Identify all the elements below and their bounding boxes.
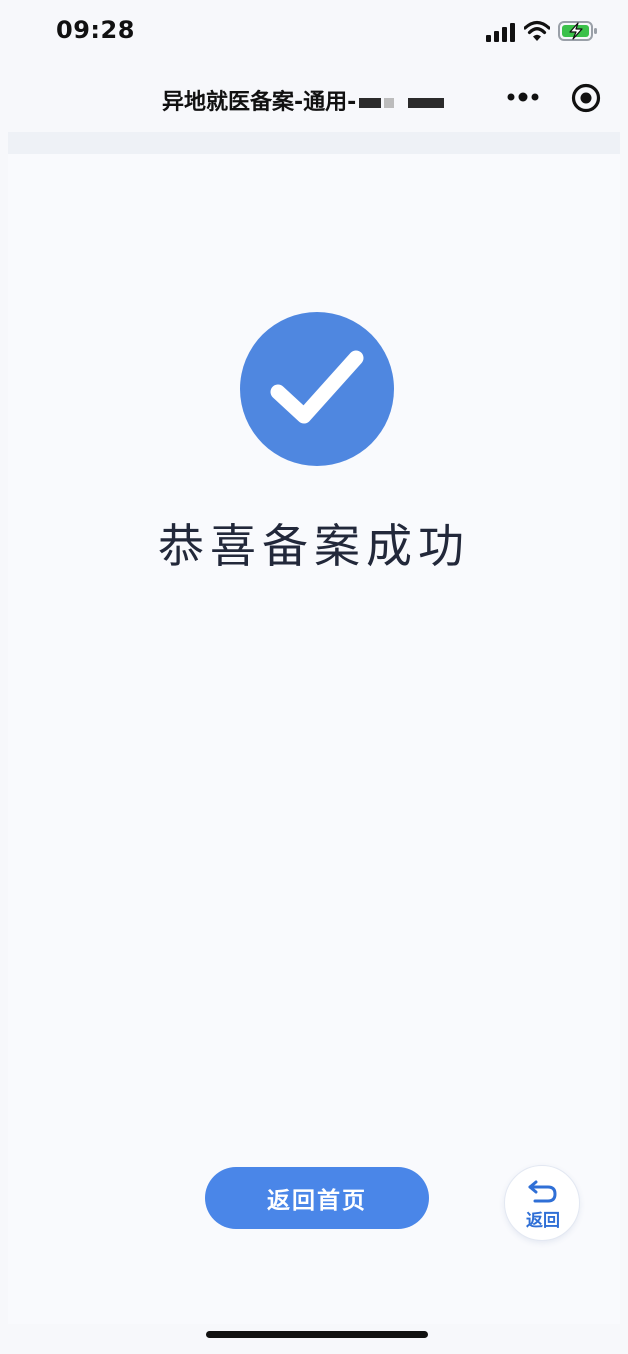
redacted-mark — [359, 98, 382, 108]
check-mark-icon — [270, 350, 364, 424]
redacted-mark — [408, 98, 445, 108]
success-message: 恭喜备案成功 — [158, 519, 470, 573]
return-home-button[interactable]: 返回首页 — [205, 1167, 429, 1229]
check-circle-icon — [240, 312, 394, 466]
status-bar: 09:28 — [0, 0, 628, 64]
more-icon[interactable] — [506, 90, 540, 104]
redacted-mark — [384, 98, 395, 108]
capsule-target-icon[interactable] — [570, 82, 602, 114]
floating-back-button[interactable]: 返回 — [504, 1165, 580, 1241]
battery-charging-icon — [558, 21, 597, 41]
signal-icon — [486, 23, 515, 42]
wifi-icon — [524, 20, 550, 41]
content-panel — [8, 132, 620, 1324]
screen: 09:28 异地就医备案-通用- 恭喜备案成功 返回首页 返回 — [0, 0, 628, 1354]
status-time: 09:28 — [56, 16, 135, 44]
home-indicator[interactable] — [206, 1331, 428, 1338]
page-title: 异地就医备案-通用- — [162, 84, 445, 116]
floating-back-label: 返回 — [526, 1211, 560, 1231]
page-title-text: 异地就医备案-通用- — [162, 90, 357, 115]
mini-program-nav-bar: 异地就医备案-通用- — [0, 64, 628, 132]
back-arrow-icon — [528, 1180, 557, 1203]
